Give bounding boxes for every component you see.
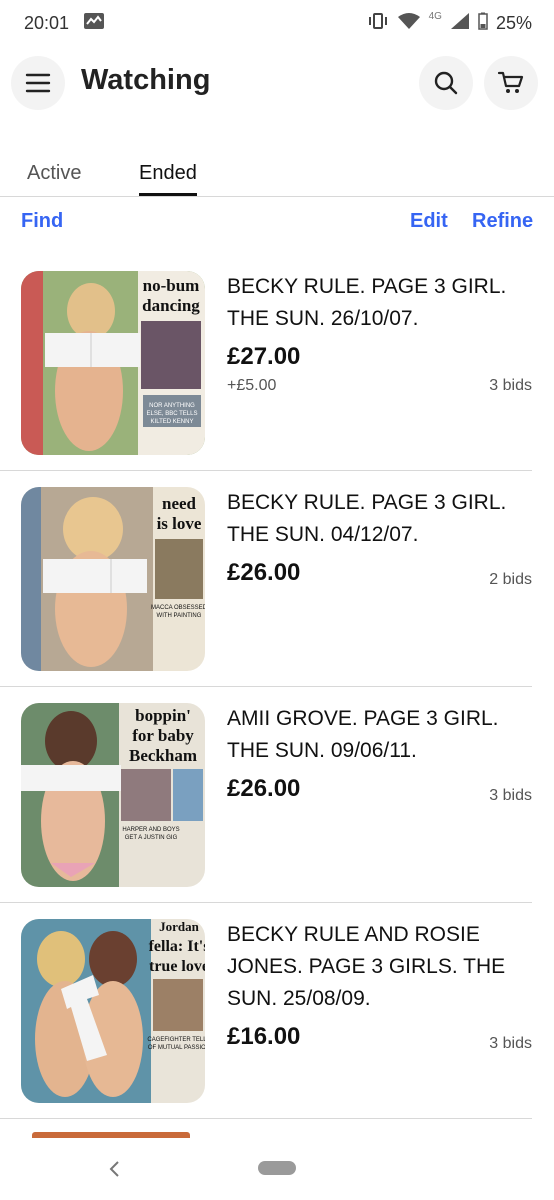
- svg-text:MACCA OBSESSED: MACCA OBSESSED: [151, 605, 205, 611]
- svg-text:Beckham: Beckham: [129, 746, 197, 765]
- item-title[interactable]: BECKY RULE. PAGE 3 GIRL. THE SUN. 26/10/…: [227, 271, 527, 335]
- svg-text:NOR ANYTHING: NOR ANYTHING: [149, 403, 195, 409]
- tab-selected-indicator: [139, 193, 197, 196]
- item-bids: 3 bids: [489, 787, 532, 804]
- item-title[interactable]: AMII GROVE. PAGE 3 GIRL. THE SUN. 09/06/…: [227, 703, 527, 767]
- svg-text:need: need: [162, 494, 197, 513]
- svg-text:OF MUTUAL PASSION: OF MUTUAL PASSION: [148, 1045, 205, 1051]
- search-button[interactable]: [419, 56, 473, 110]
- menu-icon: [25, 73, 51, 93]
- status-time: 20:01: [24, 12, 70, 33]
- item-bids: 3 bids: [489, 1035, 532, 1052]
- svg-text:GET A JUSTIN GIG: GET A JUSTIN GIG: [125, 835, 178, 841]
- item-price: £27.00: [227, 343, 301, 370]
- list-item[interactable]: no-bum dancing NOR ANYTHING ELSE, BBC TE…: [0, 255, 532, 471]
- item-title[interactable]: BECKY RULE. PAGE 3 GIRL. THE SUN. 04/12/…: [227, 487, 527, 551]
- item-thumbnail[interactable]: Jordan fella: It's true love CAGEFIGHTER…: [21, 919, 205, 1103]
- tabs: Active Ended: [0, 150, 554, 197]
- next-item-thumbnail-edge[interactable]: [32, 1132, 190, 1138]
- svg-text:no-bum: no-bum: [143, 276, 200, 295]
- item-bids: 3 bids: [489, 377, 532, 394]
- item-title[interactable]: BECKY RULE AND ROSIE JONES. PAGE 3 GIRLS…: [227, 919, 527, 1015]
- app-header: Watching: [0, 52, 554, 112]
- svg-text:true love: true love: [149, 958, 205, 975]
- home-pill-icon[interactable]: [258, 1161, 296, 1175]
- svg-text:CAGEFIGHTER TELLS: CAGEFIGHTER TELLS: [147, 1037, 205, 1043]
- tab-ended[interactable]: Ended: [139, 162, 197, 185]
- item-price: £26.00: [227, 775, 301, 802]
- activity-icon: [83, 12, 105, 35]
- svg-text:fella: It's: fella: It's: [149, 938, 205, 955]
- svg-text:Jordan: Jordan: [159, 919, 200, 934]
- refine-link[interactable]: Refine: [472, 210, 533, 233]
- back-icon[interactable]: [107, 1160, 121, 1178]
- tab-active[interactable]: Active: [27, 162, 81, 185]
- item-thumbnail[interactable]: no-bum dancing NOR ANYTHING ELSE, BBC TE…: [21, 271, 205, 455]
- network-type: 4G: [428, 10, 442, 22]
- watch-list: no-bum dancing NOR ANYTHING ELSE, BBC TE…: [0, 255, 554, 1119]
- battery-icon: [478, 12, 488, 35]
- item-price: £16.00: [227, 1023, 301, 1050]
- search-icon: [434, 71, 458, 95]
- list-item[interactable]: Jordan fella: It's true love CAGEFIGHTER…: [0, 903, 532, 1119]
- wifi-icon: [397, 12, 421, 35]
- item-thumbnail[interactable]: need is love MACCA OBSESSED WITH PAINTIN…: [21, 487, 205, 671]
- svg-text:HARPER AND BOYS: HARPER AND BOYS: [122, 827, 179, 833]
- list-toolbar: Find Edit Refine: [0, 208, 554, 238]
- cart-button[interactable]: [484, 56, 538, 110]
- vibrate-icon: [367, 12, 389, 35]
- item-shipping: +£5.00: [227, 377, 277, 394]
- cart-icon: [497, 71, 524, 93]
- svg-text:ELSE, BBC TELLS: ELSE, BBC TELLS: [147, 411, 198, 417]
- menu-button[interactable]: [11, 56, 65, 110]
- svg-text:for baby: for baby: [132, 726, 194, 745]
- list-item[interactable]: need is love MACCA OBSESSED WITH PAINTIN…: [0, 471, 532, 687]
- edit-link[interactable]: Edit: [410, 210, 448, 233]
- item-thumbnail[interactable]: boppin' for baby Beckham HARPER AND BOYS…: [21, 703, 205, 887]
- signal-icon: [450, 12, 470, 35]
- system-nav-bar: [0, 1140, 554, 1200]
- battery-level: 25%: [495, 12, 532, 33]
- item-price: £26.00: [227, 559, 301, 586]
- find-link[interactable]: Find: [21, 210, 63, 233]
- svg-text:boppin': boppin': [135, 706, 191, 725]
- svg-text:WITH PAINTING: WITH PAINTING: [157, 613, 202, 619]
- svg-text:dancing: dancing: [142, 296, 200, 315]
- svg-text:KILTED KENNY: KILTED KENNY: [151, 419, 194, 425]
- status-bar: 20:01 4G 25%: [0, 0, 554, 46]
- svg-text:is love: is love: [157, 514, 202, 533]
- page-title: Watching: [81, 64, 211, 96]
- item-bids: 2 bids: [489, 571, 532, 588]
- list-item[interactable]: boppin' for baby Beckham HARPER AND BOYS…: [0, 687, 532, 903]
